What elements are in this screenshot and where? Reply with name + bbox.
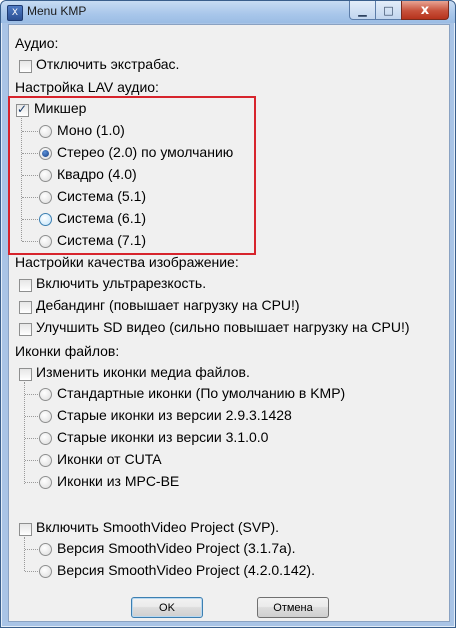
tree-line bbox=[24, 537, 25, 571]
radio-system-5-1[interactable] bbox=[39, 191, 52, 204]
tree-branch bbox=[25, 438, 38, 439]
disable-extrabass-label[interactable]: Отключить экстрабас. bbox=[36, 56, 179, 72]
improve-sd-label[interactable]: Улучшить SD видео (сильно повышает нагру… bbox=[36, 319, 410, 335]
enable-svp-label[interactable]: Включить SmoothVideo Project (SVP). bbox=[36, 519, 279, 535]
option-mpc-be-icons-label[interactable]: Иконки из MPC-BE bbox=[57, 473, 179, 489]
lav-audio-header: Настройка LAV аудио: bbox=[15, 79, 159, 95]
audio-header: Аудио: bbox=[15, 35, 59, 51]
radio-quadro[interactable] bbox=[39, 169, 52, 182]
window-title: Menu KMP bbox=[27, 4, 87, 18]
option-stereo-label[interactable]: Стерео (2.0) по умолчанию bbox=[57, 144, 233, 160]
radio-mono[interactable] bbox=[39, 125, 52, 138]
close-button[interactable]: x bbox=[401, 1, 449, 20]
tree-branch bbox=[22, 153, 38, 154]
maximize-icon: □ bbox=[383, 3, 394, 17]
ultra-sharpness-checkbox[interactable] bbox=[19, 279, 32, 292]
option-system-6-1-label[interactable]: Система (6.1) bbox=[57, 210, 146, 226]
option-system-5-1-label[interactable]: Система (5.1) bbox=[57, 188, 146, 204]
change-icons-checkbox[interactable] bbox=[19, 368, 32, 381]
option-svp-3-1-7a-label[interactable]: Версия SmoothVideo Project (3.1.7a). bbox=[57, 540, 296, 556]
tree-branch bbox=[22, 197, 38, 198]
tree-branch bbox=[22, 219, 38, 220]
title-bar[interactable]: X Menu KMP ▁ □ x bbox=[1, 1, 455, 23]
tree-branch bbox=[22, 241, 38, 242]
mixer-label[interactable]: Микшер bbox=[34, 100, 86, 116]
option-old-icons-3100-label[interactable]: Старые иконки из версии 3.1.0.0 bbox=[57, 429, 268, 445]
dialog-body: Аудио: Отключить экстрабас. Настройка LA… bbox=[8, 24, 450, 622]
option-old-icons-2931428-label[interactable]: Старые иконки из версии 2.9.3.1428 bbox=[57, 407, 292, 423]
radio-standard-icons[interactable] bbox=[39, 388, 52, 401]
tree-branch bbox=[25, 394, 38, 395]
maximize-button[interactable]: □ bbox=[375, 1, 402, 20]
mixer-checkbox[interactable] bbox=[16, 102, 29, 117]
tree-branch bbox=[25, 482, 38, 483]
tree-branch bbox=[22, 175, 38, 176]
change-icons-label[interactable]: Изменить иконки медиа файлов. bbox=[36, 364, 250, 380]
close-icon: x bbox=[420, 2, 430, 18]
tree-branch bbox=[25, 416, 38, 417]
radio-mpc-be-icons[interactable] bbox=[39, 476, 52, 489]
radio-cuta-icons[interactable] bbox=[39, 454, 52, 467]
image-quality-header: Настройки качества изображение: bbox=[15, 254, 239, 270]
option-standard-icons-label[interactable]: Стандартные иконки (По умолчанию в KMP) bbox=[57, 385, 345, 401]
debanding-checkbox[interactable] bbox=[19, 301, 32, 314]
ok-button[interactable]: OK bbox=[131, 597, 203, 618]
enable-svp-checkbox[interactable] bbox=[19, 523, 32, 536]
radio-old-icons-2931428[interactable] bbox=[39, 410, 52, 423]
disable-extrabass-checkbox[interactable] bbox=[19, 60, 32, 73]
file-icons-header: Иконки файлов: bbox=[15, 343, 120, 359]
cancel-button[interactable]: Отмена bbox=[257, 597, 329, 618]
dialog-window: X Menu KMP ▁ □ x Аудио: Отключить экстра… bbox=[0, 0, 456, 628]
ultra-sharpness-label[interactable]: Включить ультрарезкость. bbox=[36, 275, 206, 291]
tree-branch bbox=[25, 549, 38, 550]
radio-stereo[interactable] bbox=[39, 147, 52, 160]
radio-system-7-1[interactable] bbox=[39, 235, 52, 248]
option-cuta-icons-label[interactable]: Иконки от CUTA bbox=[57, 451, 162, 467]
tree-line bbox=[21, 118, 22, 241]
radio-system-6-1[interactable] bbox=[39, 213, 52, 226]
option-svp-4-2-0-142-label[interactable]: Версия SmoothVideo Project (4.2.0.142). bbox=[57, 562, 315, 578]
debanding-label[interactable]: Дебандинг (повышает нагрузку на CPU!) bbox=[36, 297, 300, 313]
minimize-button[interactable]: ▁ bbox=[349, 1, 376, 20]
improve-sd-checkbox[interactable] bbox=[19, 323, 32, 336]
option-system-7-1-label[interactable]: Система (7.1) bbox=[57, 232, 146, 248]
radio-svp-4-2-0-142[interactable] bbox=[39, 565, 52, 578]
tree-line bbox=[24, 382, 25, 484]
option-mono-label[interactable]: Моно (1.0) bbox=[57, 122, 125, 138]
radio-old-icons-3100[interactable] bbox=[39, 432, 52, 445]
tree-branch bbox=[25, 460, 38, 461]
radio-svp-3-1-7a[interactable] bbox=[39, 543, 52, 556]
kmp-app-icon: X bbox=[7, 5, 23, 21]
minimize-icon: ▁ bbox=[358, 3, 367, 17]
tree-branch bbox=[25, 571, 38, 572]
tree-branch bbox=[22, 131, 38, 132]
option-quadro-label[interactable]: Квадро (4.0) bbox=[57, 166, 137, 182]
